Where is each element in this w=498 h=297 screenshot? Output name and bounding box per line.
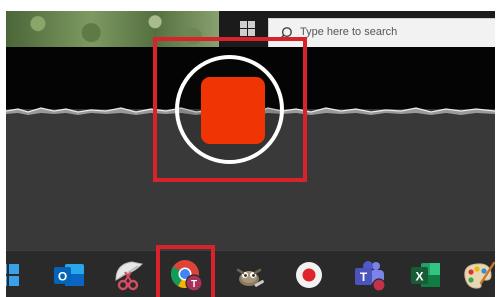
taskbar-teams[interactable]: T — [350, 251, 390, 297]
taskbar-excel[interactable]: X — [406, 251, 446, 297]
windows-logo-icon[interactable] — [240, 21, 256, 37]
teams-icon: T — [355, 260, 386, 292]
svg-text:T: T — [360, 270, 368, 284]
svg-text:O: O — [58, 269, 67, 283]
taskbar-outlook[interactable]: O — [49, 251, 89, 297]
search-placeholder: Type here to search — [300, 26, 398, 38]
stop-recording-button[interactable] — [201, 77, 265, 144]
screenshot-frame: Type here to search O T T X — [6, 11, 495, 297]
taskbar-screen-recorder[interactable] — [289, 251, 329, 297]
screen-recorder-icon — [296, 261, 322, 288]
windows-start-icon — [6, 263, 19, 286]
excel-icon: X — [411, 262, 440, 287]
taskbar-start[interactable] — [6, 251, 28, 297]
snipping-tool-icon — [115, 260, 144, 290]
outlook-icon: O — [54, 263, 84, 286]
paint-icon — [464, 261, 495, 289]
taskbar-gimp[interactable] — [229, 251, 269, 297]
chrome-highlight-box — [156, 245, 215, 297]
gimp-icon — [236, 268, 264, 287]
taskbar: O T T X — [6, 250, 495, 297]
taskbar-paint[interactable] — [458, 251, 495, 297]
svg-text:X: X — [415, 269, 423, 283]
taskbar-snipping-tool[interactable] — [109, 251, 149, 297]
